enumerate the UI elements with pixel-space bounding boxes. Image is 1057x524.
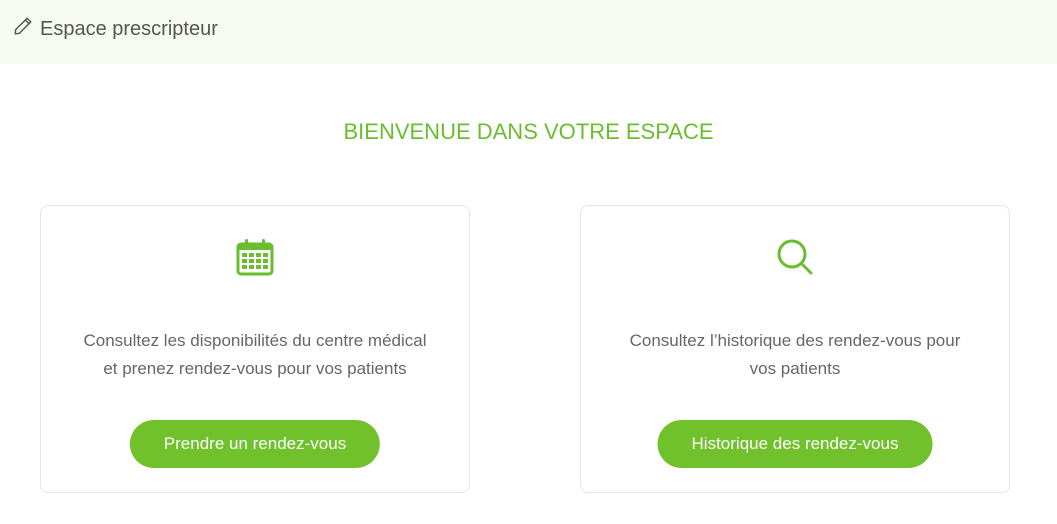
card-description: Consultez les disponibilités du centre m…	[61, 327, 449, 383]
card-description-line: Consultez l’historique des rendez-vous p…	[629, 331, 961, 350]
card-description: Consultez l’historique des rendez-vous p…	[601, 327, 989, 383]
appointment-history-button[interactable]: Historique des rendez-vous	[657, 420, 933, 468]
pencil-icon	[14, 17, 32, 35]
book-appointment-button[interactable]: Prendre un rendez-vous	[129, 420, 381, 468]
calendar-icon	[236, 239, 274, 276]
search-icon	[777, 239, 813, 275]
appointment-history-card: Consultez l’historique des rendez-vous p…	[580, 205, 1010, 493]
page-header: Espace prescripteur	[0, 0, 1057, 64]
card-description-line: vos patients	[749, 359, 841, 378]
card-description-line: Consultez les disponibilités du centre m…	[83, 331, 427, 350]
page-title: Espace prescripteur	[40, 18, 218, 40]
welcome-heading: BIENVENUE DANS VOTRE ESPACE	[343, 119, 714, 144]
card-description-line: et prenez rendez-vous pour vos patients	[103, 359, 407, 378]
book-appointment-card: Consultez les disponibilités du centre m…	[40, 205, 470, 493]
